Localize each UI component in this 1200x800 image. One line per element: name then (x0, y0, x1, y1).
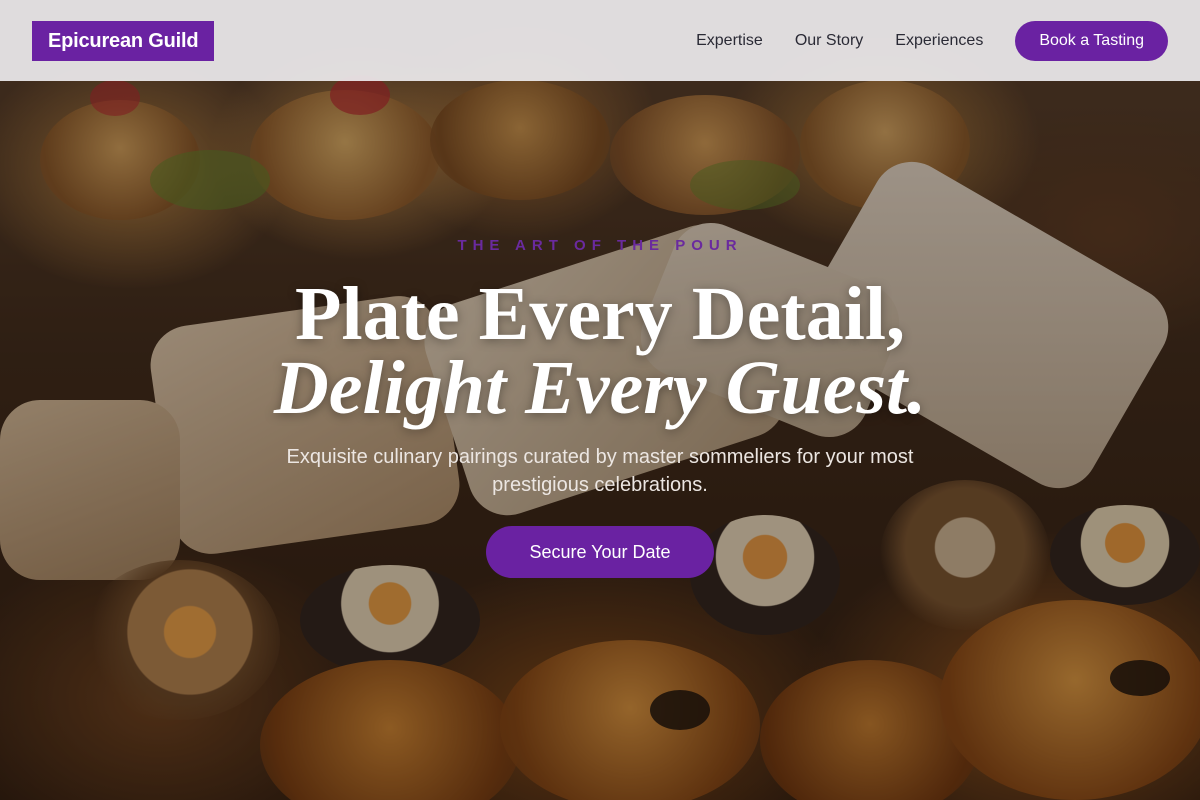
hero-subtitle: Exquisite culinary pairings curated by m… (286, 446, 914, 496)
nav-link-our-story[interactable]: Our Story (795, 32, 863, 50)
hero-eyebrow: THE ART OF THE POUR (457, 237, 743, 254)
hero-headline-line-1: Plate Every Detail, (295, 272, 905, 356)
nav-link-experiences[interactable]: Experiences (895, 32, 983, 50)
hero-headline-line-2: Delight Every Guest. (273, 346, 927, 430)
secure-date-button[interactable]: Secure Your Date (486, 526, 714, 578)
nav-link-expertise[interactable]: Expertise (696, 32, 763, 50)
site-header: Epicurean Guild Expertise Our Story Expe… (0, 0, 1200, 81)
book-tasting-button[interactable]: Book a Tasting (1015, 20, 1168, 61)
main-nav: Expertise Our Story Experiences Book a T… (696, 20, 1168, 61)
brand-logo[interactable]: Epicurean Guild (32, 20, 215, 61)
